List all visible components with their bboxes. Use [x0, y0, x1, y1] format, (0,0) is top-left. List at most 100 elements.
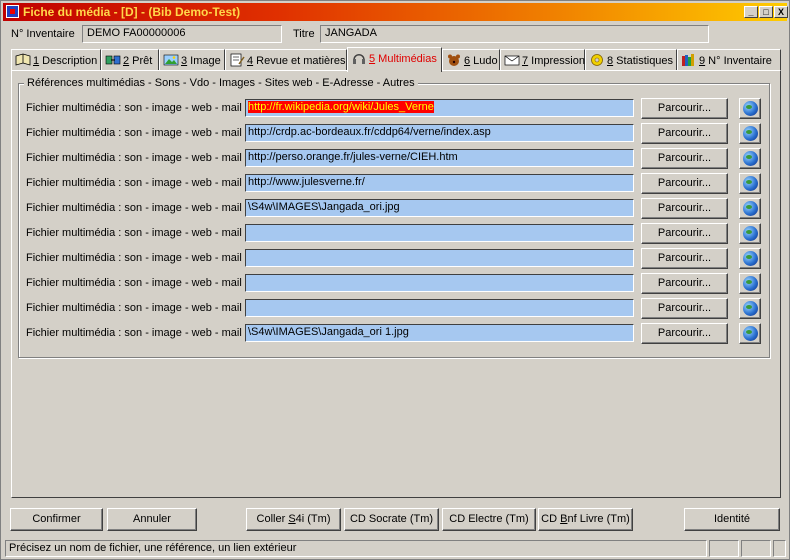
- button-text: 4i (Tm): [295, 513, 331, 525]
- tab-label: Statistiques: [613, 55, 674, 67]
- browse-button[interactable]: Parcourir...: [641, 273, 728, 294]
- media-row-label: Fichier multimédia : son - image - web -…: [26, 277, 242, 289]
- media-url-value: \S4w\IMAGES\Jangada_ori 1.jpg: [248, 326, 409, 338]
- annuler-button[interactable]: Annuler: [107, 508, 197, 531]
- tab-revue-matieres[interactable]: 4 Revue et matières: [225, 49, 347, 71]
- close-button[interactable]: X: [774, 6, 788, 18]
- media-url-field[interactable]: [245, 224, 634, 242]
- tab-description[interactable]: 1 Description: [11, 49, 101, 71]
- status-pane-3: [741, 540, 771, 557]
- envelope-icon: [504, 55, 520, 66]
- footer-buttons: Confirmer Annuler Coller S4i (Tm) CD Soc…: [1, 508, 790, 531]
- globe-icon: [743, 126, 758, 141]
- browse-button[interactable]: Parcourir...: [641, 148, 728, 169]
- bear-icon: [448, 54, 460, 66]
- open-link-button[interactable]: [739, 148, 761, 169]
- browse-button[interactable]: Parcourir...: [641, 323, 728, 344]
- tab-strip: 1 Description 2 Prêt 3 Image 4 Revue et …: [11, 47, 781, 72]
- confirmer-button[interactable]: Confirmer: [10, 508, 103, 531]
- tab-multimedias[interactable]: 5 Multimédias: [347, 47, 442, 72]
- media-url-field[interactable]: http://www.julesverne.fr/: [245, 174, 634, 192]
- multimedia-tab-panel: Références multimédias - Sons - Vdo - Im…: [11, 70, 781, 498]
- gear-icon: [591, 54, 603, 66]
- status-pane-2: [709, 540, 739, 557]
- media-url-field[interactable]: \S4w\IMAGES\Jangada_ori 1.jpg: [245, 324, 634, 342]
- books-icon: [682, 54, 694, 66]
- notepad-icon: [230, 53, 245, 67]
- media-row-label: Fichier multimédia : son - image - web -…: [26, 127, 242, 139]
- media-row-label: Fichier multimédia : son - image - web -…: [26, 177, 242, 189]
- media-url-field[interactable]: http://crdp.ac-bordeaux.fr/cddp64/verne/…: [245, 124, 634, 142]
- tab-label: Prêt: [129, 55, 153, 67]
- coller-s4i-button[interactable]: Coller S4i (Tm): [246, 508, 341, 531]
- titre-field[interactable]: JANGADA: [320, 25, 709, 43]
- media-url-value: http://www.julesverne.fr/: [248, 176, 365, 188]
- globe-icon: [743, 151, 758, 166]
- media-row: Fichier multimédia : son - image - web -…: [19, 223, 771, 245]
- globe-icon: [743, 276, 758, 291]
- minimize-button[interactable]: _: [744, 6, 758, 18]
- media-row: Fichier multimédia : son - image - web -…: [19, 273, 771, 295]
- open-link-button[interactable]: [739, 223, 761, 244]
- cd-bnf-livre-button[interactable]: CD Bnf Livre (Tm): [538, 508, 633, 531]
- media-url-field[interactable]: [245, 274, 634, 292]
- browse-button[interactable]: Parcourir...: [641, 173, 728, 194]
- browse-button[interactable]: Parcourir...: [641, 298, 728, 319]
- open-link-button[interactable]: [739, 323, 761, 344]
- headphones-icon: [353, 54, 365, 64]
- tab-ludo[interactable]: 6 Ludo: [442, 49, 500, 71]
- picture-icon: [163, 54, 179, 66]
- browse-button[interactable]: Parcourir...: [641, 198, 728, 219]
- globe-icon: [743, 251, 758, 266]
- cd-socrate-button[interactable]: CD Socrate (Tm): [344, 508, 439, 531]
- media-url-value: \S4w\IMAGES\Jangada_ori.jpg: [248, 201, 400, 213]
- open-link-button[interactable]: [739, 273, 761, 294]
- title-bar[interactable]: Fiche du média - [D] - (Bib Demo-Test) _…: [3, 3, 788, 21]
- tab-statistiques[interactable]: 8 Statistiques: [585, 49, 677, 71]
- maximize-button[interactable]: □: [759, 6, 773, 18]
- inventaire-label: N° Inventaire: [11, 28, 75, 40]
- tab-impression[interactable]: 7 Impression: [500, 49, 585, 71]
- media-url-field[interactable]: [245, 249, 634, 267]
- button-text: CD: [541, 513, 561, 525]
- media-row: Fichier multimédia : son - image - web -…: [19, 148, 771, 170]
- window-title: Fiche du média - [D] - (Bib Demo-Test): [23, 5, 241, 19]
- browse-button[interactable]: Parcourir...: [641, 223, 728, 244]
- open-link-button[interactable]: [739, 123, 761, 144]
- inventaire-field[interactable]: DEMO FA00000006: [82, 25, 282, 43]
- tab-image[interactable]: 3 Image: [159, 49, 225, 71]
- tab-label: Description: [39, 55, 98, 67]
- open-link-button[interactable]: [739, 173, 761, 194]
- size-grip[interactable]: [773, 540, 786, 557]
- globe-icon: [743, 201, 758, 216]
- multimedia-references-group: Références multimédias - Sons - Vdo - Im…: [18, 77, 771, 358]
- browse-button[interactable]: Parcourir...: [641, 123, 728, 144]
- identite-button[interactable]: Identité: [684, 508, 780, 531]
- titre-label: Titre: [293, 28, 315, 40]
- browse-button[interactable]: Parcourir...: [641, 98, 728, 119]
- open-link-button[interactable]: [739, 98, 761, 119]
- browse-button[interactable]: Parcourir...: [641, 248, 728, 269]
- media-url-value: http://crdp.ac-bordeaux.fr/cddp64/verne/…: [248, 126, 491, 138]
- app-icon[interactable]: [6, 5, 19, 18]
- media-url-field[interactable]: http://fr.wikipedia.org/wiki/Jules_Verne: [245, 99, 634, 117]
- media-row: Fichier multimédia : son - image - web -…: [19, 298, 771, 320]
- media-row: Fichier multimédia : son - image - web -…: [19, 98, 771, 120]
- open-link-button[interactable]: [739, 248, 761, 269]
- tab-inventaire[interactable]: 9 N° Inventaire: [677, 49, 781, 71]
- media-url-field[interactable]: \S4w\IMAGES\Jangada_ori.jpg: [245, 199, 634, 217]
- tab-label: Impression: [528, 55, 585, 67]
- open-link-button[interactable]: [739, 198, 761, 219]
- tab-pret[interactable]: 2 Prêt: [101, 49, 159, 71]
- tab-label: Ludo: [470, 55, 498, 67]
- media-row-label: Fichier multimédia : son - image - web -…: [26, 327, 242, 339]
- book-icon: [15, 53, 31, 66]
- button-text: S: [288, 513, 296, 525]
- media-url-field[interactable]: [245, 299, 634, 317]
- globe-icon: [743, 326, 758, 341]
- status-bar: Précisez un nom de fichier, une référenc…: [3, 539, 787, 558]
- media-url-field[interactable]: http://perso.orange.fr/jules-verne/CIEH.…: [245, 149, 634, 167]
- open-link-button[interactable]: [739, 298, 761, 319]
- cd-electre-button[interactable]: CD Electre (Tm): [442, 508, 536, 531]
- media-row: Fichier multimédia : son - image - web -…: [19, 248, 771, 270]
